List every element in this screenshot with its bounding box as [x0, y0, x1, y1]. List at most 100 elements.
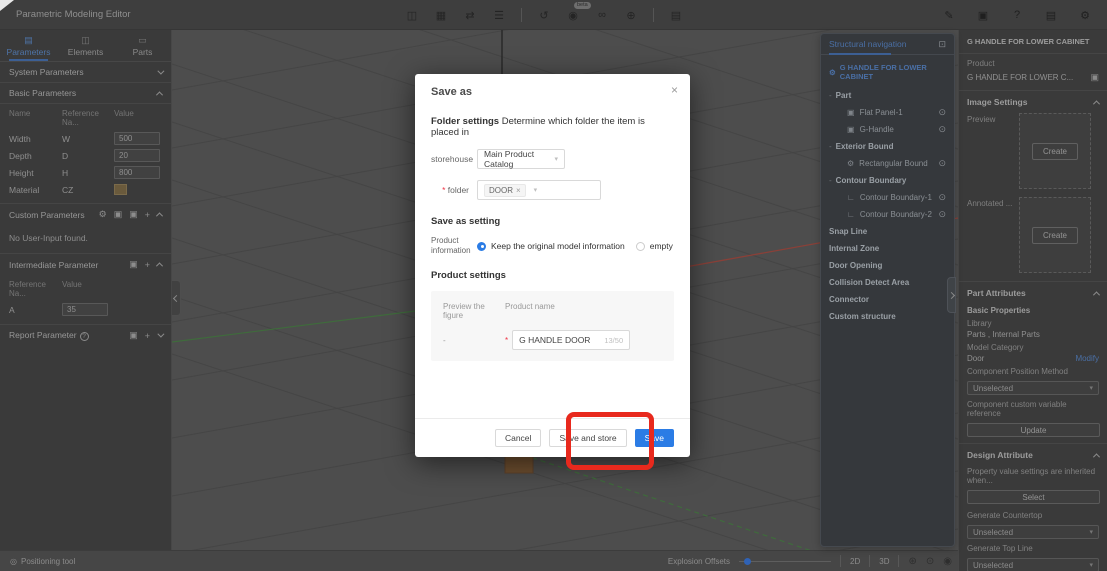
- tree-group-contour-boundary[interactable]: - Contour Boundary: [821, 172, 954, 189]
- eye-icon[interactable]: ⊙: [938, 158, 946, 169]
- file-icon[interactable]: ▤: [1044, 9, 1058, 22]
- info-icon[interactable]: ?: [79, 332, 89, 341]
- create-annotated-button[interactable]: Create: [1031, 226, 1078, 244]
- param-value-input[interactable]: 500: [114, 132, 160, 145]
- tab-parameters[interactable]: ▤ Parameters: [0, 30, 57, 61]
- param-value-input[interactable]: 35: [62, 303, 108, 316]
- sidebar-collapse-handle[interactable]: [172, 280, 181, 316]
- tree-item-g-handle[interactable]: ▣ G-Handle ⊙: [821, 121, 954, 138]
- structure-root-node[interactable]: ⚙ G HANDLE FOR LOWER CABINET: [821, 55, 954, 87]
- generate-top-line-select[interactable]: Unselected ▾: [967, 558, 1099, 571]
- eye-icon[interactable]: ⊙: [938, 107, 946, 118]
- undo-icon[interactable]: ↺: [537, 9, 551, 22]
- component-position-select[interactable]: Unselected ▾: [967, 381, 1099, 395]
- folder-select[interactable]: DOOR × ▾: [477, 180, 601, 200]
- section-basic-parameters[interactable]: Basic Parameters: [0, 83, 171, 104]
- settings-gear-icon[interactable]: ⚙: [1078, 9, 1092, 22]
- cancel-button[interactable]: Cancel: [494, 429, 542, 447]
- tree-group-snap-line[interactable]: Snap Line: [821, 223, 954, 240]
- chevron-up-icon[interactable]: [155, 262, 164, 270]
- chevron-up-icon: [1092, 290, 1101, 298]
- add-icon[interactable]: +: [145, 331, 150, 341]
- document-tool-icon[interactable]: ▤: [669, 9, 683, 22]
- product-link-icon[interactable]: ▣: [1090, 72, 1099, 83]
- measure-tool-icon[interactable]: ⊕: [624, 9, 638, 22]
- positioning-tool[interactable]: ◎ Positioning tool: [0, 557, 75, 566]
- char-counter: 13/50: [604, 335, 624, 345]
- magnet-tool-icon[interactable]: ◉ beta: [566, 1, 591, 22]
- tab-parts[interactable]: ▭ Parts: [114, 30, 171, 61]
- param-value-input[interactable]: 800: [114, 166, 160, 179]
- tree-group-internal-zone[interactable]: Internal Zone: [821, 240, 954, 257]
- tree-group-door-opening[interactable]: Door Opening: [821, 257, 954, 274]
- section-image-settings[interactable]: Image Settings: [959, 91, 1107, 113]
- export-icon[interactable]: ▣: [129, 209, 138, 220]
- axis-toggle-icon[interactable]: ⊛: [908, 556, 916, 567]
- update-button[interactable]: Update: [967, 423, 1100, 437]
- material-swatch[interactable]: [114, 184, 127, 195]
- model-category-label: Model Category: [967, 343, 1024, 352]
- array-tool-icon[interactable]: ▦: [434, 9, 448, 22]
- tree-item-contour-boundary-2[interactable]: ∟ Contour Boundary-2 ⊙: [821, 206, 954, 223]
- remove-tag-icon[interactable]: ×: [516, 186, 521, 195]
- slider-knob[interactable]: [744, 557, 752, 565]
- tree-group-collision-detect-area[interactable]: Collision Detect Area: [821, 274, 954, 291]
- section-part-attributes[interactable]: Part Attributes: [959, 281, 1107, 304]
- expand-panel-icon[interactable]: ⊡: [938, 39, 946, 50]
- section-intermediate-parameter[interactable]: Intermediate Parameter ▣ +: [0, 254, 171, 275]
- visibility-toggle-icon[interactable]: ⊙: [926, 556, 934, 567]
- add-icon[interactable]: +: [145, 260, 150, 270]
- dimension-tool-icon[interactable]: ⇄: [463, 9, 477, 22]
- list-tool-icon[interactable]: ☰: [492, 9, 506, 22]
- eye-icon[interactable]: ⊙: [938, 209, 946, 220]
- save-and-store-button[interactable]: Save and store: [549, 429, 627, 447]
- edit-pencil-icon[interactable]: ✎: [942, 9, 956, 22]
- tree-group-connector[interactable]: Connector: [821, 291, 954, 308]
- tree-item-rectangular-bound[interactable]: ⚙ Rectangular Bound ⊙: [821, 155, 954, 172]
- mirror-tool-icon[interactable]: ◫: [405, 9, 419, 22]
- tree-group-custom-structure[interactable]: Custom structure: [821, 308, 954, 325]
- tree-group-exterior-bound[interactable]: - Exterior Bound: [821, 138, 954, 155]
- eye-icon[interactable]: ⊙: [938, 124, 946, 135]
- import-icon[interactable]: ▣: [129, 330, 138, 341]
- screenshot-icon[interactable]: ▣: [976, 9, 990, 22]
- chevron-down-icon: ▾: [554, 156, 558, 163]
- product-name-input[interactable]: G HANDLE DOOR 13/50: [512, 330, 631, 350]
- section-design-attribute[interactable]: Design Attribute: [959, 443, 1107, 466]
- eye-icon[interactable]: ⊙: [938, 192, 946, 203]
- param-value-input[interactable]: 20: [114, 149, 160, 162]
- tree-group-part[interactable]: - Part: [821, 87, 954, 104]
- section-custom-parameters[interactable]: Custom Parameters ⚙ ▣ ▣ +: [0, 204, 171, 225]
- section-report-parameter[interactable]: Report Parameter? ▣ +: [0, 325, 171, 346]
- chevron-left-icon: [172, 294, 180, 302]
- product-settings-panel: Preview the figure Product name - * G HA…: [431, 291, 674, 361]
- add-icon[interactable]: +: [145, 210, 150, 220]
- tree-item-flat-panel[interactable]: ▣ Flat Panel-1 ⊙: [821, 104, 954, 121]
- close-icon[interactable]: ×: [671, 83, 678, 97]
- modify-link[interactable]: Modify: [1075, 354, 1099, 363]
- chevron-up-icon[interactable]: [155, 212, 164, 220]
- link-tool-icon[interactable]: ∞: [595, 9, 609, 21]
- storehouse-select[interactable]: Main Product Catalog ▾: [477, 149, 565, 169]
- nav-panel-collapse-handle[interactable]: [947, 277, 956, 313]
- import-icon[interactable]: ▣: [129, 259, 138, 270]
- tree-item-contour-boundary-1[interactable]: ∟ Contour Boundary-1 ⊙: [821, 189, 954, 206]
- section-system-parameters[interactable]: System Parameters: [0, 62, 171, 83]
- import-icon[interactable]: ▣: [114, 209, 123, 220]
- generate-countertop-select[interactable]: Unselected ▾: [967, 525, 1099, 539]
- select-button[interactable]: Select: [967, 490, 1100, 504]
- view-3d-button[interactable]: 3D: [879, 557, 889, 566]
- create-preview-button[interactable]: Create: [1031, 142, 1078, 160]
- help-icon[interactable]: ?: [1010, 9, 1024, 21]
- param-ref: H: [62, 167, 69, 178]
- radio-keep-original[interactable]: [477, 241, 486, 251]
- structure-nav-title[interactable]: Structural navigation: [829, 39, 938, 55]
- radio-empty[interactable]: [635, 241, 645, 251]
- save-button[interactable]: Save: [634, 429, 674, 447]
- gear-icon[interactable]: ⚙: [99, 209, 107, 220]
- render-toggle-icon[interactable]: ◉: [943, 556, 952, 567]
- chevron-down-icon[interactable]: [157, 330, 165, 338]
- explosion-offset-slider[interactable]: [739, 557, 832, 565]
- view-2d-button[interactable]: 2D: [850, 557, 860, 566]
- tab-elements[interactable]: ◫ Elements: [57, 30, 114, 61]
